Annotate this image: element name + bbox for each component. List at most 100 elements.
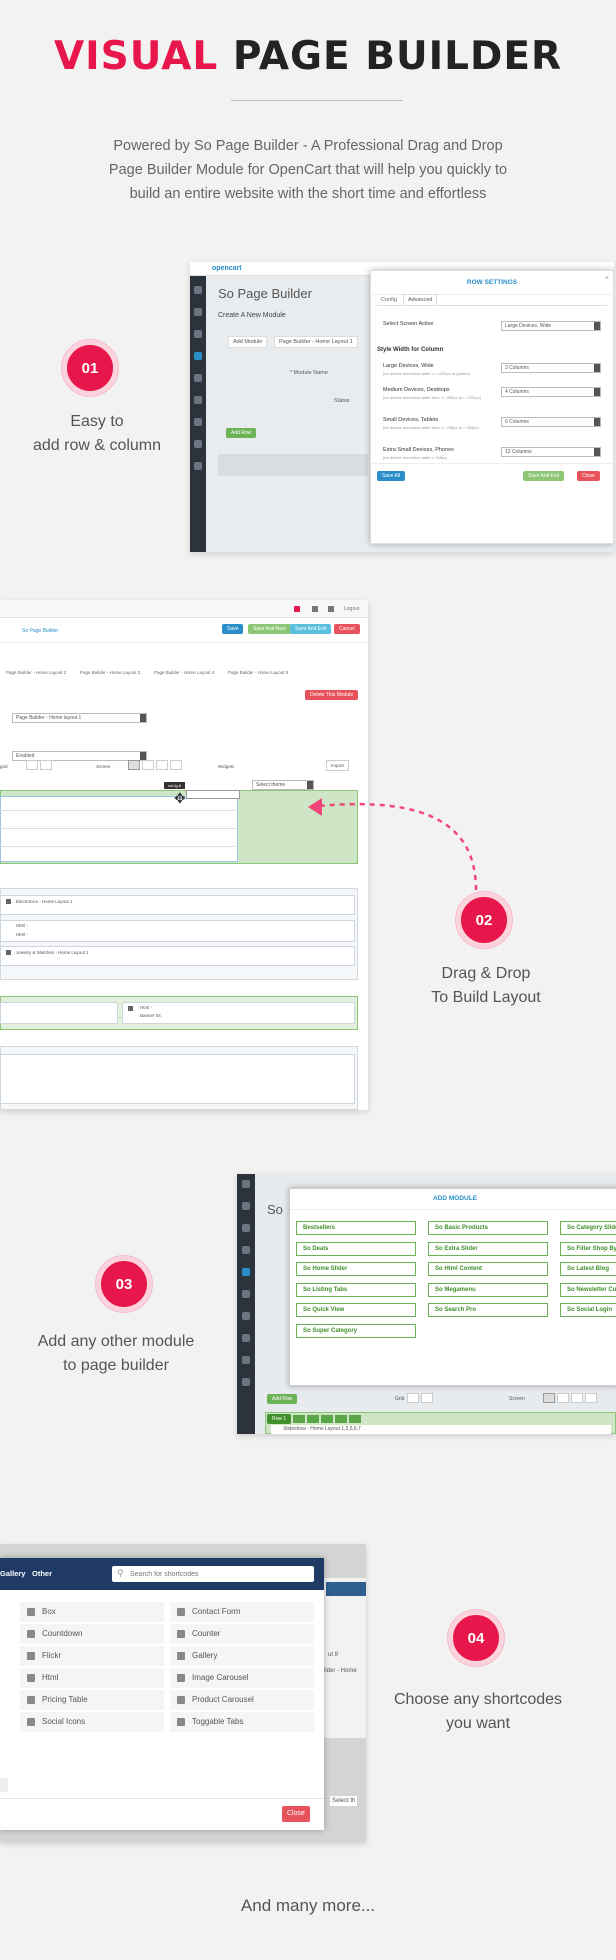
tablet-icon[interactable]	[156, 760, 168, 770]
column-select[interactable]: 6 Columns	[501, 417, 601, 427]
phone-icon[interactable]	[170, 760, 182, 770]
design-icon[interactable]	[194, 352, 202, 360]
column-select[interactable]: 3 Columns	[501, 363, 601, 373]
help-icon[interactable]	[328, 606, 334, 612]
module-item[interactable]: So Megamenu	[428, 1282, 548, 1297]
module-block[interactable]	[0, 920, 355, 942]
column-select[interactable]: 4 Columns	[501, 387, 601, 397]
menu-icon[interactable]	[242, 1180, 250, 1188]
system-icon[interactable]	[242, 1356, 250, 1364]
add-row-button[interactable]: Add Row	[226, 428, 257, 438]
slideshow-module[interactable]: Slideshow - Home Layout 1,3,5,6,7	[271, 1425, 611, 1434]
laptop-icon[interactable]	[557, 1393, 569, 1403]
marketing-icon[interactable]	[194, 418, 202, 426]
module-item[interactable]: So Filter Shop By	[560, 1241, 616, 1256]
shortcode-item[interactable]: Gallery	[170, 1646, 314, 1666]
save-exit-button[interactable]: Save And Exit	[290, 624, 332, 634]
row-tool-icon[interactable]	[293, 1415, 305, 1423]
module-item[interactable]: So Listing Tabs	[296, 1282, 416, 1297]
save-all-button[interactable]: Save All	[377, 471, 406, 481]
dragged-column[interactable]	[0, 796, 238, 862]
shortcode-item[interactable]: Counter	[170, 1624, 314, 1644]
redo-icon[interactable]	[421, 1393, 433, 1403]
module-item[interactable]: So Search Pro	[428, 1303, 548, 1317]
layout-tab-5[interactable]: Page Builder - Home Layout 5	[228, 670, 288, 675]
shortcode-item[interactable]: Box	[20, 1602, 164, 1622]
shortcode-item[interactable]: Toggable Tabs	[170, 1712, 314, 1732]
home-icon[interactable]	[312, 606, 318, 612]
design-icon[interactable]	[242, 1268, 250, 1276]
row-tool-icon[interactable]	[335, 1415, 347, 1423]
row-tool-icon[interactable]	[349, 1415, 361, 1423]
reports-icon[interactable]	[242, 1378, 250, 1386]
screen-active-select[interactable]: Large Devices, Wide	[501, 321, 601, 331]
sales-icon[interactable]	[242, 1290, 250, 1298]
module-item[interactable]: So Super Category	[296, 1323, 416, 1338]
tab-advanced[interactable]: Advanced	[403, 294, 438, 305]
row-tool-icon[interactable]	[321, 1415, 333, 1423]
catalog-icon[interactable]	[242, 1224, 250, 1232]
redo-icon[interactable]	[40, 760, 52, 770]
reports-icon[interactable]	[194, 462, 202, 470]
import-button[interactable]: Import	[326, 760, 349, 771]
shortcode-item[interactable]: Image Carousel	[170, 1668, 314, 1688]
undo-icon[interactable]	[26, 760, 38, 770]
dashboard-icon[interactable]	[242, 1202, 250, 1210]
undo-icon[interactable]	[407, 1393, 419, 1403]
customers-icon[interactable]	[194, 396, 202, 404]
desktop-icon[interactable]	[543, 1393, 555, 1403]
module-item[interactable]: So Social Login	[560, 1303, 616, 1317]
desktop-icon[interactable]	[128, 760, 140, 770]
shortcode-item[interactable]: Html	[20, 1668, 164, 1688]
save-button[interactable]: Save	[222, 624, 244, 634]
shortcode-item[interactable]: Social Icons	[20, 1712, 164, 1732]
cancel-button[interactable]: Cancel	[334, 624, 360, 634]
module-item[interactable]: So Basic Products	[428, 1221, 548, 1235]
close-icon[interactable]: ×	[605, 275, 609, 282]
shortcode-item[interactable]: Flickr	[20, 1646, 164, 1666]
phone-icon[interactable]	[585, 1393, 597, 1403]
tab-other[interactable]: Other	[32, 1569, 52, 1578]
shortcode-search[interactable]: ⚲	[112, 1566, 314, 1582]
save-exit-button[interactable]: Save And Exit	[523, 471, 565, 481]
sales-icon[interactable]	[194, 374, 202, 382]
catalog-icon[interactable]	[194, 308, 202, 316]
module-item[interactable]: So Latest Blog	[560, 1262, 616, 1276]
add-row-button[interactable]: Add Row	[267, 1394, 298, 1404]
dashboard-icon[interactable]	[194, 286, 202, 294]
module-item[interactable]: So Deals	[296, 1241, 416, 1256]
layout-tab-2[interactable]: Page Builder - Home Layout 2	[6, 670, 66, 675]
module-item[interactable]: So Category Slider	[560, 1221, 616, 1235]
close-button[interactable]: Close	[282, 1806, 310, 1822]
module-item[interactable]: So Html Content	[428, 1262, 548, 1276]
column-select[interactable]: 12 Columns	[501, 447, 601, 457]
laptop-icon[interactable]	[142, 760, 154, 770]
module-item[interactable]: So Extra Slider	[428, 1241, 548, 1256]
layout-tab-4[interactable]: Page Builder - Home Layout 4	[154, 670, 214, 675]
row-tab[interactable]: Row 1	[267, 1414, 292, 1424]
row-tool-icon[interactable]	[307, 1415, 319, 1423]
customers-icon[interactable]	[242, 1312, 250, 1320]
marketing-icon[interactable]	[242, 1334, 250, 1342]
shortcode-item[interactable]: Contact Form	[170, 1602, 314, 1622]
delete-module-button[interactable]: Delete This Module	[305, 690, 358, 700]
module-item[interactable]: Bestsellers	[296, 1221, 416, 1235]
column-toolbar[interactable]	[186, 790, 240, 799]
extension-icon[interactable]	[194, 330, 202, 338]
shortcode-item[interactable]: Countdown	[20, 1624, 164, 1644]
layout-tab-3[interactable]: Page Builder - Home Layout 3	[80, 670, 140, 675]
module-item[interactable]: So Home Slider	[296, 1262, 416, 1276]
module-item[interactable]: So Newsletter Custom	[560, 1282, 616, 1297]
shortcode-item[interactable]: Pricing Table	[20, 1690, 164, 1710]
module-name-input[interactable]: Page Builder - Home layout 1	[12, 713, 147, 723]
save-new-button[interactable]: Save And New	[248, 624, 291, 634]
extension-icon[interactable]	[242, 1246, 250, 1254]
tab-gallery[interactable]: Gallery	[0, 1569, 25, 1578]
add-module-tab[interactable]: Add Module	[228, 336, 268, 348]
module-block[interactable]	[0, 1002, 118, 1024]
shortcode-item[interactable]: Product Carousel	[170, 1690, 314, 1710]
breadcrumb[interactable]: So Page Builder	[22, 628, 58, 634]
system-icon[interactable]	[194, 440, 202, 448]
close-button[interactable]: Close	[577, 471, 600, 481]
module-item[interactable]: So Quick View	[296, 1303, 416, 1317]
